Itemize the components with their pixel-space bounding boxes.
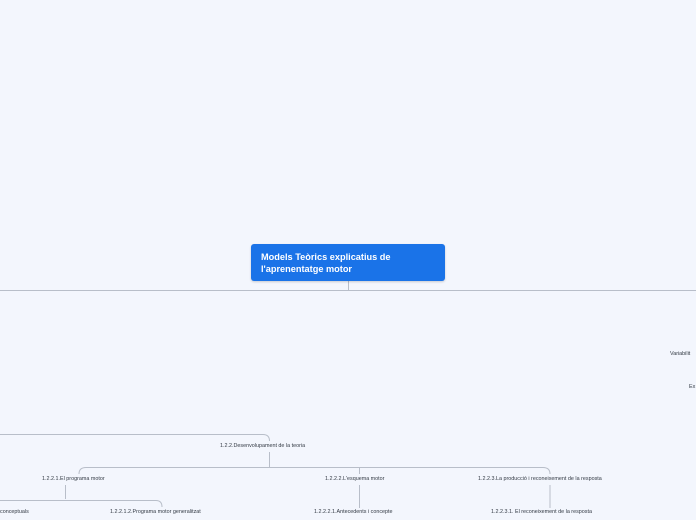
topic-response-recognition[interactable]: 1.2.2.3.1. El reconeixement de la respos… [491,509,592,516]
topic-conceptuals[interactable]: conceptuals [0,509,29,516]
root-topic[interactable]: Models Teòrics explicatius de l'aprenent… [251,244,445,281]
topic-ex[interactable]: Ex [689,384,695,391]
connector-program-children [0,500,163,508]
topic-motor-scheme[interactable]: 1.2.2.2.L'esquema motor [325,476,384,483]
topic-development[interactable]: 1.2.2.Desenvolupament de la teoria [220,443,305,450]
connector-development-upper [0,434,270,442]
topic-generalized-program[interactable]: 1.2.2.1.2.Programa motor generalitzat [110,509,201,516]
connector-development-children [78,467,551,475]
topic-response-production[interactable]: 1.2.2.3.La producció i reconeixement de … [478,476,602,483]
topic-variability[interactable]: Variabilit [670,351,690,358]
topic-antecedents[interactable]: 1.2.2.2.1.Antecedents i concepte [314,509,393,516]
topic-motor-program[interactable]: 1.2.2.1.El programa motor [42,476,105,483]
